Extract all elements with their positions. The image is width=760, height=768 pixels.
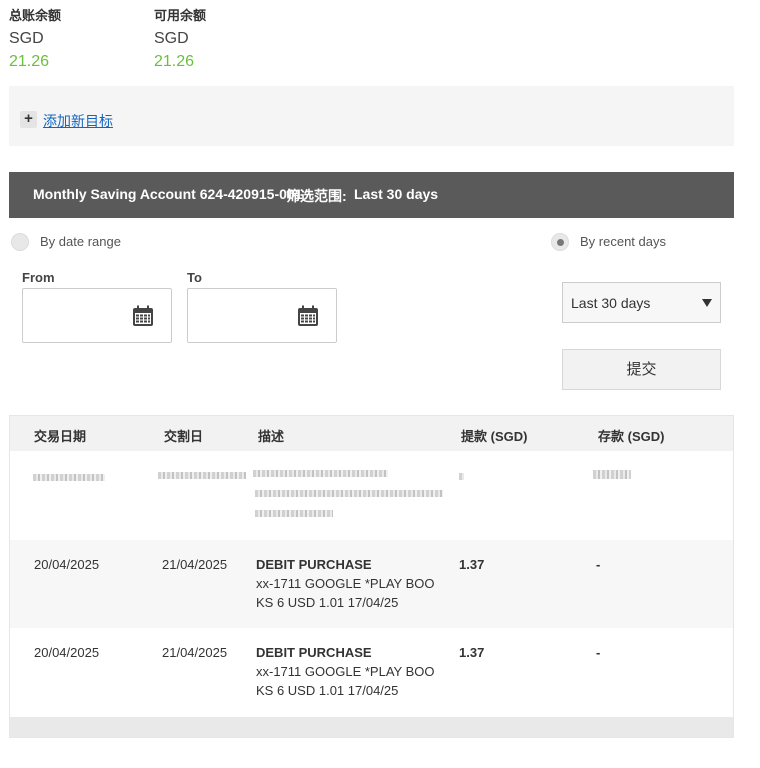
redacted-desc-2 <box>255 490 443 497</box>
to-date-input[interactable] <box>187 288 337 343</box>
calendar-icon[interactable] <box>132 305 154 327</box>
row-1-desc-detail-2: KS 6 USD 1.01 17/04/25 <box>256 595 399 610</box>
add-goal-panel <box>9 86 734 146</box>
header-deposit[interactable]: 存款 (SGD) <box>598 426 664 445</box>
header-withdrawal[interactable]: 提款 (SGD) <box>461 426 527 445</box>
redacted-deposit <box>593 470 631 479</box>
row-1-description: DEBIT PURCHASE xx-1711 GOOGLE *PLAY BOO … <box>256 555 446 612</box>
row-2-description: DEBIT PURCHASE xx-1711 GOOGLE *PLAY BOO … <box>256 643 446 700</box>
account-filter-bar: Monthly Saving Account 624-420915-001 筛选… <box>9 172 734 218</box>
recent-days-select[interactable]: Last 30 days <box>562 282 721 323</box>
from-date-input[interactable] <box>22 288 172 343</box>
row-2-desc-type: DEBIT PURCHASE <box>256 645 372 660</box>
row-2-desc-detail-2: KS 6 USD 1.01 17/04/25 <box>256 683 399 698</box>
redacted-settle <box>158 472 246 479</box>
header-settlement-date[interactable]: 交割日 <box>164 426 203 445</box>
recent-days-label: By recent days <box>580 234 666 249</box>
total-balance-currency: SGD <box>9 30 44 47</box>
plus-icon[interactable]: + <box>20 111 37 128</box>
account-name: Monthly Saving Account 624-420915-001 <box>33 186 303 202</box>
row-1-settle: 21/04/2025 <box>162 557 228 572</box>
redacted-desc-1 <box>253 470 388 477</box>
redacted-withdrawal <box>459 473 464 480</box>
filter-range-value: Last 30 days <box>354 186 439 202</box>
row-2-withdrawal: 1.37 <box>459 645 485 660</box>
header-transaction-date[interactable]: 交易日期 <box>34 426 86 445</box>
table-footer <box>10 717 733 737</box>
row-2-deposit: - <box>596 645 601 660</box>
row-2-settle: 21/04/2025 <box>162 645 228 660</box>
date-range-radio[interactable] <box>11 233 29 251</box>
row-1-withdrawal: 1.37 <box>459 557 485 572</box>
submit-button[interactable]: 提交 <box>562 349 721 390</box>
available-balance-currency: SGD <box>154 30 189 47</box>
total-balance-amount: 21.26 <box>9 53 50 70</box>
add-goal-link[interactable]: 添加新目标 <box>43 111 113 131</box>
recent-days-radio[interactable] <box>551 233 569 251</box>
row-2-date: 20/04/2025 <box>34 645 100 660</box>
redacted-desc-3 <box>255 510 333 517</box>
row-1-desc-detail-1: xx-1711 GOOGLE *PLAY BOO <box>256 576 435 591</box>
to-label: To <box>187 270 202 285</box>
header-description[interactable]: 描述 <box>258 426 284 445</box>
row-2-desc-detail-1: xx-1711 GOOGLE *PLAY BOO <box>256 664 435 679</box>
total-balance-label: 总账余额 <box>9 8 62 23</box>
row-1-desc-type: DEBIT PURCHASE <box>256 557 372 572</box>
from-label: From <box>22 270 55 285</box>
available-balance-label: 可用余额 <box>154 8 207 23</box>
redacted-date <box>33 474 105 481</box>
row-1-date: 20/04/2025 <box>34 557 100 572</box>
row-1-deposit: - <box>596 557 601 572</box>
available-balance-amount: 21.26 <box>154 53 195 70</box>
calendar-icon[interactable] <box>297 305 319 327</box>
caret-down-icon <box>702 299 712 307</box>
recent-days-selected: Last 30 days <box>571 295 651 311</box>
date-range-label: By date range <box>40 234 121 249</box>
redacted-row <box>10 451 733 540</box>
filter-range-label: 筛选范围: <box>286 188 347 204</box>
